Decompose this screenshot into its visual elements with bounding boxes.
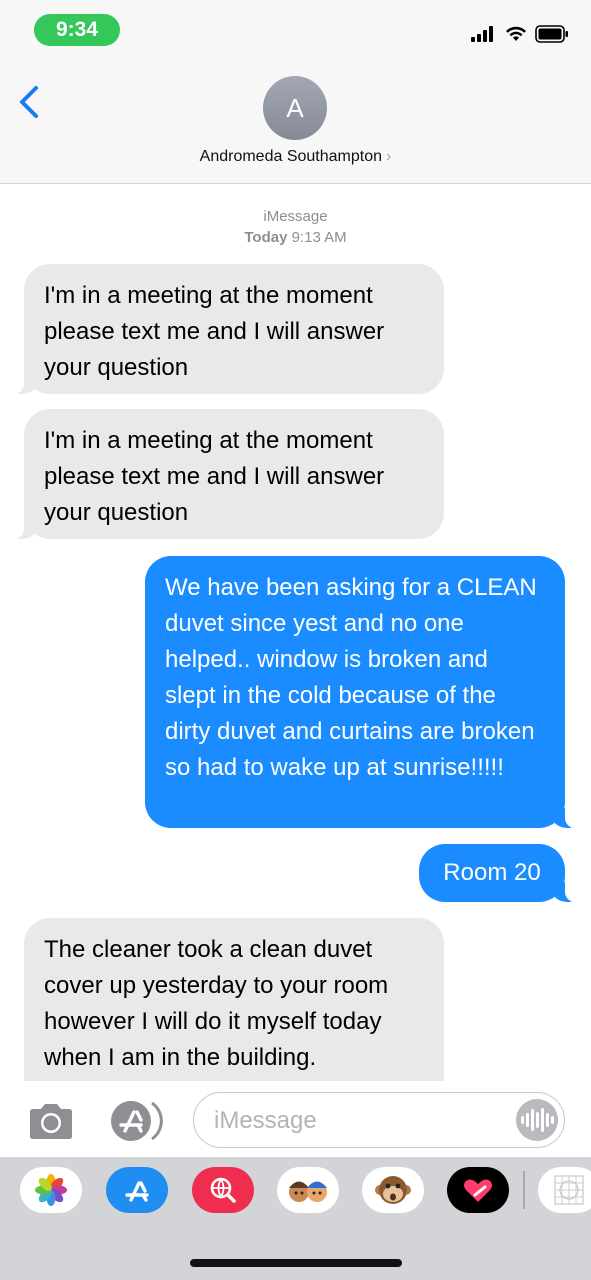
status-time[interactable]: 9:34: [34, 14, 120, 46]
battery-icon: [535, 25, 568, 43]
wifi-icon: [506, 26, 526, 41]
incoming-message-bubble[interactable]: I'm in a meeting at the moment please te…: [0, 409, 444, 539]
message-text: We have been asking for a CLEAN duvet si…: [165, 574, 537, 781]
photos-app-icon[interactable]: [20, 1167, 82, 1213]
status-bar: 9:34: [0, 0, 591, 60]
signal-icon: [471, 26, 493, 42]
chevron-left-icon: [20, 86, 38, 118]
audio-message-button[interactable]: [516, 1099, 558, 1141]
camera-icon: [30, 1104, 72, 1139]
timestamp-day: Today: [244, 229, 288, 246]
conversation-header: A Andromeda Southampton ›: [0, 60, 591, 184]
outgoing-message-bubble[interactable]: Room 20: [419, 844, 591, 902]
home-indicator[interactable]: [190, 1259, 402, 1267]
photos-flower-icon: [35, 1174, 67, 1206]
message-input-bar: iMessage: [0, 1081, 591, 1157]
message-input-placeholder: iMessage: [214, 1107, 317, 1134]
animoji-monkey-icon[interactable]: [362, 1167, 424, 1213]
contact-avatar[interactable]: A: [263, 76, 327, 140]
incoming-message-bubble[interactable]: I'm in a meeting at the moment please te…: [0, 264, 444, 394]
chevron-right-icon: ›: [386, 148, 392, 165]
message-text: Room 20: [443, 859, 541, 886]
memoji-faces-icon: [289, 1181, 327, 1202]
app-store-button[interactable]: [108, 1099, 166, 1143]
heart-touch-icon: [464, 1179, 492, 1202]
status-icons: [471, 24, 569, 44]
drawer-divider: [523, 1171, 525, 1209]
images-search-icon[interactable]: [192, 1167, 254, 1213]
message-text: I'm in a meeting at the moment please te…: [44, 282, 385, 381]
app-store-drawer-icon[interactable]: [106, 1167, 168, 1213]
app-store-glyph-icon: [125, 1181, 149, 1202]
message-text: The cleaner took a clean duvet cover up …: [44, 936, 389, 1071]
app-drawer: [0, 1157, 591, 1280]
monkey-face-icon: [375, 1176, 411, 1204]
memoji-stickers-icon[interactable]: [277, 1167, 339, 1213]
contact-name: Andromeda Southampton: [199, 148, 382, 165]
app-store-icon: [111, 1101, 163, 1141]
conversation-meta: iMessage Today 9:13 AM: [0, 206, 591, 248]
timestamp-time: 9:13 AM: [291, 229, 347, 246]
more-apps-icon[interactable]: [538, 1167, 591, 1213]
service-label: iMessage: [263, 208, 328, 225]
back-button[interactable]: [14, 82, 48, 122]
message-input[interactable]: iMessage: [193, 1092, 565, 1148]
globe-search-icon: [210, 1177, 236, 1203]
message-text: I'm in a meeting at the moment please te…: [44, 427, 385, 526]
contact-name-button[interactable]: Andromeda Southampton ›: [0, 148, 591, 166]
camera-button[interactable]: [26, 1102, 76, 1142]
grid-icon: [554, 1175, 584, 1205]
timestamp: Today 9:13 AM: [0, 227, 591, 248]
outgoing-message-bubble[interactable]: We have been asking for a CLEAN duvet si…: [145, 556, 591, 828]
digital-touch-icon[interactable]: [447, 1167, 509, 1213]
